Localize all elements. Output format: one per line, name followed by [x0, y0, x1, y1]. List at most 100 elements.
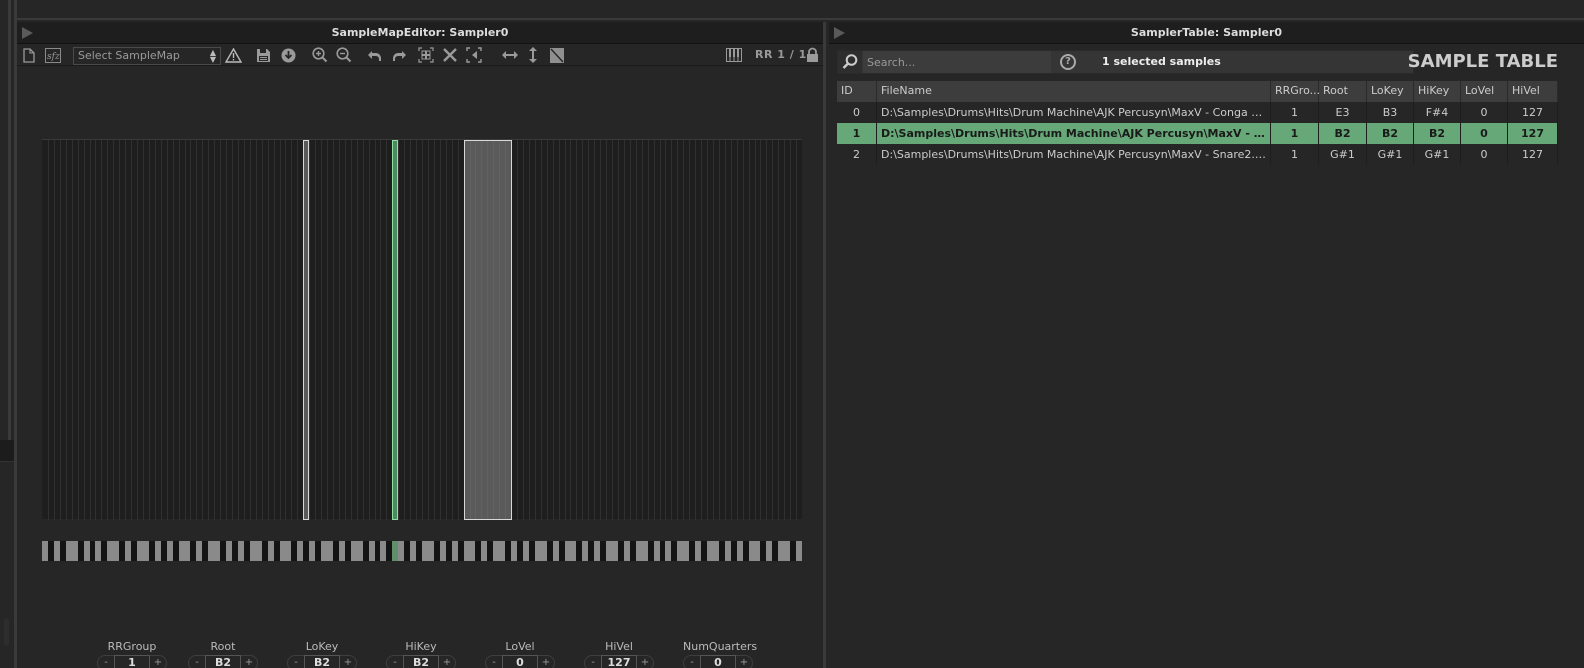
property-root: Root - B2 + [188, 641, 258, 668]
table-row[interactable]: 2 D:\Samples\Drums\Hits\Drum Machine\AJK… [837, 144, 1558, 165]
grid-line [541, 140, 542, 520]
grid-line [743, 140, 744, 520]
grid-line [665, 140, 666, 520]
sample-map-toolbar: sfz Select SampleMap ▲ ▼ RR 1 / 1 [17, 44, 823, 66]
search-input[interactable] [863, 51, 1051, 73]
table-row-selected[interactable]: 1 D:\Samples\Drums\Hits\Drum Machine\AJK… [837, 123, 1558, 144]
grid-line [683, 140, 684, 520]
column-header-rrgroup[interactable]: RRGro... [1271, 81, 1320, 102]
redo-icon[interactable] [392, 47, 407, 63]
samplemap-select[interactable]: Select SampleMap ▲ ▼ [73, 47, 221, 65]
grid-line [428, 140, 429, 520]
column-header-filename[interactable]: FileName [877, 81, 1271, 102]
lock-icon[interactable] [806, 47, 819, 63]
sample-zone[interactable] [303, 140, 309, 520]
new-file-icon[interactable] [23, 47, 35, 63]
sample-map-grid[interactable] [42, 139, 802, 520]
grid-line [107, 140, 108, 520]
grid-line [731, 140, 732, 520]
increment-button[interactable]: + [440, 656, 454, 668]
select-arrows-icon: ▲ ▼ [209, 48, 216, 64]
increment-button[interactable]: + [151, 656, 165, 668]
column-header-lokey[interactable]: LoKey [1367, 81, 1414, 102]
grid-line [72, 140, 73, 520]
fill-icon[interactable] [466, 47, 482, 63]
increment-button[interactable]: + [341, 656, 355, 668]
grid-line [190, 140, 191, 520]
select-all-icon[interactable] [418, 47, 434, 63]
sample-zone[interactable] [464, 140, 512, 520]
save-icon[interactable] [256, 47, 271, 63]
grid-line [689, 140, 690, 520]
property-value[interactable]: B2 [304, 655, 340, 668]
keyboard-icon[interactable] [726, 47, 742, 63]
property-value[interactable]: B2 [205, 655, 241, 668]
column-header-root[interactable]: Root [1319, 81, 1367, 102]
property-value[interactable]: B2 [403, 655, 439, 668]
increment-button[interactable]: + [638, 656, 652, 668]
grid-line [244, 140, 245, 520]
column-header-hivel[interactable]: HiVel [1508, 81, 1558, 102]
zoom-out-icon[interactable] [336, 47, 352, 63]
white-key[interactable] [796, 541, 802, 561]
diagonal-icon[interactable] [550, 47, 564, 63]
increment-button[interactable]: + [737, 656, 751, 668]
delete-icon[interactable] [442, 47, 458, 63]
grid-line [78, 140, 79, 520]
property-value[interactable]: 1 [114, 655, 150, 668]
fold-panel-icon[interactable] [22, 27, 33, 39]
grid-line [719, 140, 720, 520]
grid-line [796, 140, 797, 520]
decrement-button[interactable]: - [289, 656, 303, 668]
grid-line [339, 140, 340, 520]
property-label: LoVel [505, 640, 535, 653]
horizontal-extend-icon[interactable] [502, 47, 518, 63]
increment-button[interactable]: + [242, 656, 256, 668]
undo-icon[interactable] [367, 47, 382, 63]
zoom-in-icon[interactable] [312, 47, 328, 63]
table-row[interactable]: 0 D:\Samples\Drums\Hits\Drum Machine\AJK… [837, 102, 1558, 123]
search-icon[interactable] [838, 51, 862, 73]
property-value[interactable]: 0 [502, 655, 538, 668]
cell-lovel: 0 [1461, 102, 1508, 123]
grid-line [535, 140, 536, 520]
grid-line [137, 140, 138, 520]
sample-zone-selected[interactable] [392, 140, 398, 520]
property-value[interactable]: 0 [700, 655, 736, 668]
grid-line [250, 140, 251, 520]
property-rrgroup: RRGroup -1 + [97, 641, 167, 668]
cell-hikey: F#4 [1414, 102, 1461, 123]
grid-line [202, 140, 203, 520]
grid-line [297, 140, 298, 520]
grid-line [404, 140, 405, 520]
scroll-handle[interactable] [4, 618, 9, 646]
property-lokey: LoKey - B2 + [287, 641, 357, 668]
warning-icon[interactable] [225, 47, 242, 63]
property-label: HiVel [605, 640, 633, 653]
fold-panel-icon[interactable] [834, 27, 845, 39]
help-icon[interactable]: ? [1060, 54, 1076, 70]
grid-line [155, 140, 156, 520]
grid-line [232, 140, 233, 520]
increment-button[interactable]: + [539, 656, 553, 668]
decrement-button[interactable]: - [190, 656, 204, 668]
decrement-button[interactable]: - [685, 656, 699, 668]
decrement-button[interactable]: - [586, 656, 600, 668]
column-header-hikey[interactable]: HiKey [1414, 81, 1461, 102]
property-value[interactable]: 127 [601, 655, 637, 668]
sfz-import-icon[interactable]: sfz [45, 47, 61, 63]
grid-line [660, 140, 661, 520]
decrement-button[interactable]: - [99, 656, 113, 668]
decrement-button[interactable]: - [487, 656, 501, 668]
column-header-lovel[interactable]: LoVel [1461, 81, 1508, 102]
cell-filename: D:\Samples\Drums\Hits\Drum Machine\AJK P… [877, 144, 1271, 165]
vertical-extend-icon[interactable] [528, 47, 538, 63]
column-header-id[interactable]: ID [837, 81, 877, 102]
decrement-button[interactable]: - [388, 656, 402, 668]
grid-line [624, 140, 625, 520]
grid-line [309, 140, 310, 520]
piano-keyboard[interactable] [42, 541, 802, 561]
collapsed-panel[interactable] [0, 440, 14, 462]
download-icon[interactable] [281, 47, 296, 63]
property-hivel: HiVel -127 + [584, 641, 654, 668]
